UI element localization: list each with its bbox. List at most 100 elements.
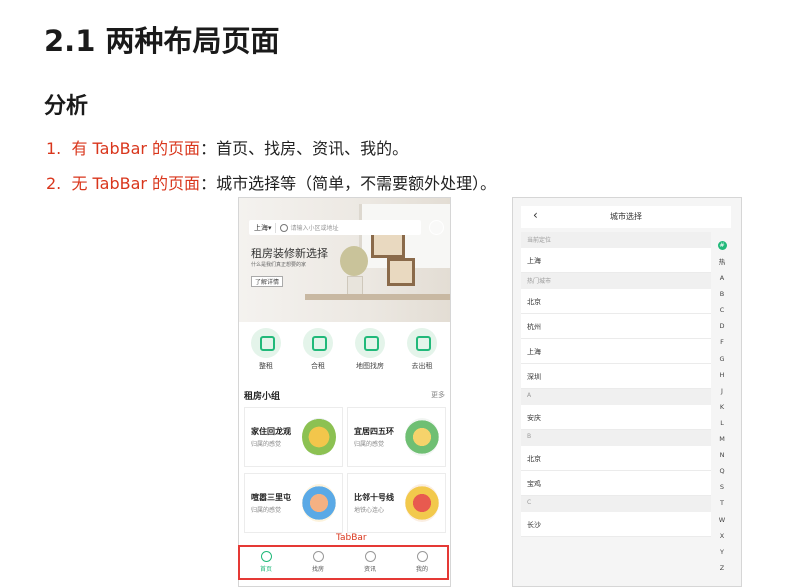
tab-label: 我的 (415, 566, 428, 573)
card-title: 宜居四五环 (354, 427, 394, 436)
index-letter[interactable]: T (716, 495, 728, 511)
city-name: 杭州 (527, 323, 541, 331)
tab-label: 找房 (311, 566, 324, 573)
search-bar[interactable]: 上海▾ 请输入小区或地址 (249, 220, 421, 235)
city-name: 安庆 (527, 414, 541, 422)
navbar: ‹ 城市选择 (521, 206, 731, 228)
index-letter[interactable]: M (716, 431, 728, 447)
city-list-item[interactable]: 上海 (521, 248, 711, 273)
tab-news[interactable]: 资讯 (350, 551, 390, 573)
index-letter[interactable]: D (716, 318, 728, 334)
index-letter[interactable]: L (716, 415, 728, 431)
tab-profile[interactable]: 我的 (402, 551, 442, 573)
tab-label: 首页 (259, 566, 272, 573)
house-icon (251, 328, 281, 358)
map-icon[interactable] (429, 220, 444, 235)
section-label: 当前定位 (527, 237, 552, 244)
city-select[interactable]: 上海▾ (249, 222, 276, 233)
group-title: 租房小组 (244, 392, 281, 402)
index-letter[interactable]: Q (716, 463, 728, 479)
card-illustration (405, 418, 439, 456)
card-illustration (405, 484, 439, 522)
nav-item-map-search[interactable]: 地图找房 (346, 328, 394, 371)
nav-label: 合租 (311, 362, 325, 370)
city-name: 长沙 (527, 521, 541, 529)
index-letter[interactable]: W (716, 512, 728, 528)
card-illustration (302, 418, 336, 456)
index-letter[interactable]: J (716, 383, 728, 399)
tab-find-house[interactable]: 找房 (298, 551, 338, 573)
index-letter[interactable]: K (716, 399, 728, 415)
index-letter[interactable]: # (717, 241, 727, 250)
index-letter[interactable]: A (716, 270, 728, 286)
section-label: A (527, 392, 532, 399)
home-icon (260, 551, 272, 562)
index-letter[interactable]: F (716, 334, 728, 350)
nav-label: 整租 (259, 362, 273, 370)
search-icon (312, 551, 324, 562)
city-list-item[interactable]: 杭州 (521, 314, 711, 339)
group-card[interactable]: 比邻十号线 地铁心连心 (347, 473, 446, 533)
list-section-header: C (521, 496, 711, 512)
bullet-number: 2. (46, 174, 62, 193)
city-list-item[interactable]: 宝鸡 (521, 471, 711, 496)
table-decoration (305, 294, 450, 300)
list-section-header: B (521, 430, 711, 446)
bullet-point-2: 2. 无 TabBar 的页面：城市选择等（简单，不需要额外处理）。 (46, 170, 496, 194)
card-title: 比邻十号线 (354, 493, 394, 502)
group-card[interactable]: 喧嚣三里屯 归属的感觉 (244, 473, 343, 533)
card-title: 家住回龙观 (251, 427, 291, 436)
slide-title: 2.1 两种布局页面 (44, 24, 280, 58)
picture-frame (387, 258, 415, 286)
group-card[interactable]: 宜居四五环 归属的感觉 (347, 407, 446, 467)
index-letter[interactable]: Y (716, 544, 728, 560)
index-letter[interactable]: 热 (716, 254, 728, 270)
list-section-header: A (521, 389, 711, 405)
index-letter[interactable]: H (716, 367, 728, 383)
index-letter[interactable]: N (716, 447, 728, 463)
index-letter[interactable]: B (716, 286, 728, 302)
city-index[interactable]: # 热 A B C D F G H J K L M N Q S T W X Y Z (716, 238, 728, 576)
city-list-item[interactable]: 上海 (521, 339, 711, 364)
search-placeholder: 请输入小区或地址 (290, 225, 339, 232)
nav-item-whole-rent[interactable]: 整租 (242, 328, 290, 371)
index-letter[interactable]: C (716, 302, 728, 318)
group-card[interactable]: 家住回龙观 归属的感觉 (244, 407, 343, 467)
card-subtitle: 归属的感觉 (354, 441, 385, 448)
user-icon (416, 551, 428, 562)
nav-item-rent-out[interactable]: 去出租 (398, 328, 446, 371)
group-more-link[interactable]: 更多 (431, 390, 445, 400)
index-letter[interactable]: G (716, 351, 728, 367)
index-letter[interactable]: X (716, 528, 728, 544)
nav-item-shared-rent[interactable]: 合租 (294, 328, 342, 371)
nav-menu: 整租 合租 地图找房 去出租 (239, 328, 450, 378)
city-list-mockup: ‹ 城市选择 当前定位 上海 热门城市 北京 杭州 上海 深圳 A 安庆 B 北京 宝鸡 C 长沙 # 热 A… (512, 197, 742, 587)
city-name: 上海 (527, 257, 541, 265)
city-list-item[interactable]: 深圳 (521, 364, 711, 389)
navbar-title: 城市选择 (610, 212, 642, 221)
tabbar-annotation: TabBar (336, 533, 367, 543)
bullet-number: 1. (46, 139, 62, 158)
bullet-text: ：城市选择等（简单，不需要额外处理）。 (200, 174, 497, 193)
people-icon (303, 328, 333, 358)
card-title: 喧嚣三里屯 (251, 493, 291, 502)
nav-label: 地图找房 (356, 362, 384, 370)
list-section-header: 热门城市 (521, 273, 711, 289)
tab-home[interactable]: 首页 (246, 551, 286, 573)
index-letter[interactable]: S (716, 479, 728, 495)
section-label: 热门城市 (527, 278, 552, 285)
home-screen-mockup: 上海▾ 请输入小区或地址 租房装修新选择 什么是我们真正想要的家 了解详情 整租… (238, 197, 451, 587)
nav-label: 去出租 (411, 362, 433, 370)
section-heading: 分析 (44, 94, 89, 119)
city-list-item[interactable]: 北京 (521, 446, 711, 471)
city-list-item[interactable]: 安庆 (521, 405, 711, 430)
card-subtitle: 地铁心连心 (354, 507, 385, 514)
city-list-item[interactable]: 北京 (521, 289, 711, 314)
index-letter[interactable]: Z (716, 560, 728, 576)
swiper-banner[interactable]: 上海▾ 请输入小区或地址 租房装修新选择 什么是我们真正想要的家 了解详情 (239, 198, 450, 322)
bullet-highlight: 无 TabBar 的页面 (71, 174, 201, 193)
city-list-item[interactable]: 长沙 (521, 512, 711, 537)
city-name: 北京 (527, 455, 541, 463)
bullet-highlight: 有 TabBar 的页面 (71, 139, 201, 158)
banner-button[interactable]: 了解详情 (251, 276, 284, 287)
